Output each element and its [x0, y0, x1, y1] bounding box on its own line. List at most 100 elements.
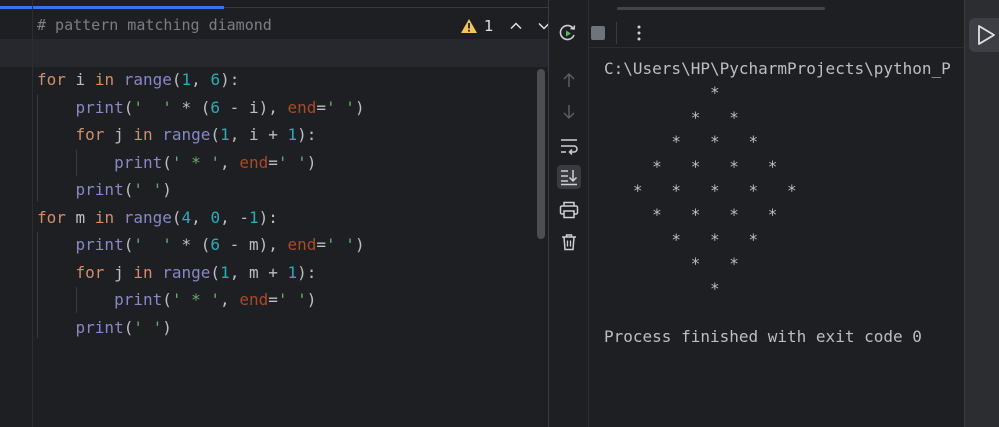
code-token: 1: [181, 70, 192, 89]
code-token: ):: [220, 70, 240, 89]
code-token: (: [162, 152, 172, 172]
print-button[interactable]: [557, 198, 581, 222]
code-token: ' * ': [171, 290, 221, 309]
code-token: ): [162, 180, 172, 199]
code-line[interactable]: print(' ' * (6 - m), end=' '): [37, 231, 365, 259]
clear-all-button[interactable]: [557, 230, 581, 254]
code-token: =: [316, 97, 327, 117]
code-token: 6: [210, 70, 221, 89]
code-token: in: [94, 207, 115, 227]
print-icon: [559, 201, 579, 219]
inspection-widget[interactable]: 1: [460, 14, 552, 38]
code-token: ' ': [133, 180, 163, 199]
console-line: * * * *: [604, 156, 778, 176]
console-line: * * * * *: [604, 180, 797, 200]
code-token: ' ': [277, 290, 307, 309]
rerun-button[interactable]: [556, 21, 580, 45]
code-token: ' ': [133, 235, 172, 254]
more-button[interactable]: [627, 21, 651, 45]
code-line[interactable]: print(' ' * (6 - i), end=' '): [37, 94, 365, 122]
code-lines[interactable]: for i in range(1, 6): print(' ' * (6 - i…: [37, 66, 365, 341]
code-line[interactable]: print(' * ', end=' '): [37, 149, 365, 177]
code-token: ,: [220, 152, 240, 172]
code-token: j: [104, 262, 134, 282]
code-token: 1: [220, 125, 230, 144]
code-token: print: [75, 235, 124, 254]
code-token: , i +: [229, 125, 288, 144]
code-line[interactable]: print(' '): [37, 176, 365, 204]
code-line[interactable]: for j in range(1, i + 1):: [37, 121, 365, 149]
code-token: range: [162, 262, 211, 282]
run-tool-window-button[interactable]: [969, 18, 999, 52]
code-token: =: [268, 152, 278, 172]
code-token: ): [354, 235, 365, 254]
editor-scrollbar[interactable]: [537, 69, 545, 239]
code-line[interactable]: print(' * ', end=' '): [37, 286, 365, 314]
code-token: print: [75, 97, 124, 117]
code-token: end: [287, 97, 317, 117]
stop-button[interactable]: [586, 21, 610, 45]
code-token: (: [123, 235, 134, 254]
scroll-up-button[interactable]: [557, 68, 581, 92]
code-token: ,: [191, 70, 211, 89]
code-line[interactable]: for m in range(4, 0, -1):: [37, 204, 365, 232]
code-token: i: [65, 70, 95, 89]
more-vertical-icon: [637, 25, 641, 41]
run-icon: [978, 25, 995, 45]
rerun-icon: [559, 24, 576, 41]
code-token: - i),: [220, 97, 288, 117]
sticky-line-comment[interactable]: # pattern matching diamond: [37, 16, 272, 34]
code-token: (: [171, 207, 182, 227]
code-token: , m +: [229, 262, 288, 282]
code-line[interactable]: for j in range(1, m + 1):: [37, 259, 365, 287]
soft-wrap-button[interactable]: [557, 134, 581, 158]
code-token: =: [268, 290, 278, 309]
code-token: for: [75, 125, 105, 144]
code-token: (: [162, 290, 172, 309]
code-token: print: [75, 317, 124, 337]
code-token: range: [123, 70, 172, 89]
code-token: ' ': [326, 97, 355, 117]
code-line[interactable]: for i in range(1, 6):: [37, 66, 365, 94]
code-token: range: [123, 207, 172, 227]
code-token: ):: [258, 207, 278, 227]
scroll-down-button[interactable]: [557, 100, 581, 124]
code-token: print: [75, 180, 124, 199]
run-console-output[interactable]: C:\Users\HP\PycharmProjects\python_P * *…: [604, 57, 951, 350]
code-line[interactable]: print(' '): [37, 314, 365, 342]
code-token: ):: [297, 262, 317, 282]
soft-wrap-icon: [561, 139, 578, 155]
code-token: for: [75, 262, 105, 282]
code-token: (: [210, 125, 221, 144]
code-token: * (: [171, 97, 211, 117]
scroll-to-end-button[interactable]: [557, 165, 581, 189]
code-token: , -: [220, 207, 249, 227]
code-token: 6: [210, 97, 221, 117]
code-token: in: [133, 262, 153, 282]
scroll-to-end-icon: [561, 170, 578, 186]
chevron-up-icon[interactable]: [508, 18, 524, 34]
editor-gutter[interactable]: [0, 0, 33, 427]
code-token: ):: [297, 125, 317, 144]
code-editor[interactable]: # pattern matching diamond 1 for i in ra…: [0, 0, 550, 427]
code-token: for: [37, 70, 66, 89]
code-token: j: [104, 125, 134, 144]
code-token: for: [37, 207, 66, 227]
code-token: print: [114, 290, 163, 309]
warning-icon[interactable]: [460, 18, 478, 34]
code-token: end: [239, 290, 269, 309]
code-token: end: [287, 235, 317, 254]
code-token: m: [65, 207, 95, 227]
code-token: range: [162, 125, 211, 144]
code-token: ' ': [133, 97, 172, 117]
console-line: * *: [604, 107, 739, 127]
console-line: * * * *: [604, 205, 778, 225]
